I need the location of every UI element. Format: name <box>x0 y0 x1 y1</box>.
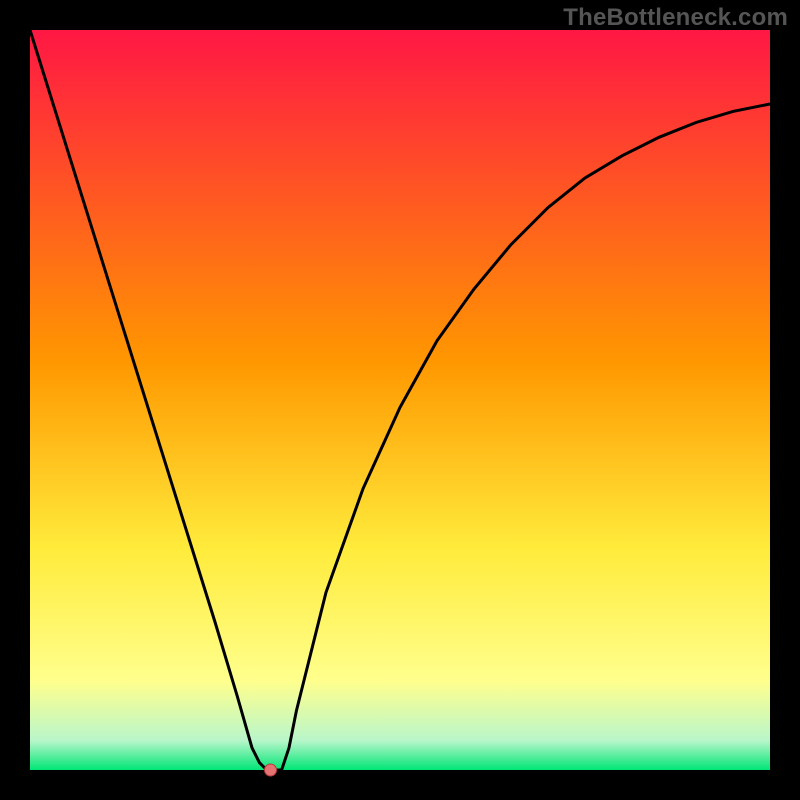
bottleneck-chart <box>0 0 800 800</box>
watermark-text: TheBottleneck.com <box>563 4 788 32</box>
chart-frame: TheBottleneck.com <box>0 0 800 800</box>
plot-background <box>30 30 770 770</box>
optimal-point-marker <box>265 764 277 776</box>
